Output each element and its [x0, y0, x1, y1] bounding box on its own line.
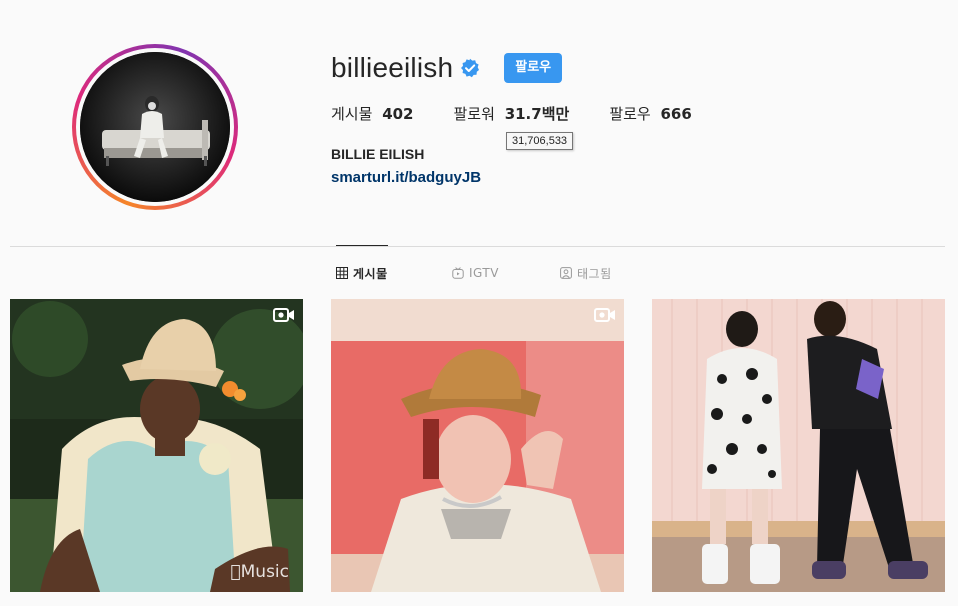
tab-igtv[interactable]: IGTV — [452, 246, 499, 300]
posts-value: 402 — [382, 105, 414, 123]
following-value: 666 — [660, 105, 692, 123]
post-2-image — [331, 299, 624, 592]
followers-count[interactable]: 팔로워 31.7백만 — [454, 103, 570, 124]
tab-igtv-label: IGTV — [469, 266, 499, 280]
post-3-image — [652, 299, 945, 592]
grid-icon — [336, 267, 348, 279]
post-3[interactable] — [652, 299, 945, 592]
post-1[interactable]: Music — [10, 299, 303, 592]
profile-page: billieeilish 팔로우 게시물 402 팔로워 31.7백만 팔로우 … — [0, 0, 958, 606]
music-watermark-text: Music — [240, 562, 289, 582]
apple-icon:  — [230, 562, 240, 582]
video-icon — [273, 308, 294, 322]
full-name: BILLIE EILISH — [331, 146, 425, 162]
follow-button[interactable]: 팔로우 — [504, 53, 563, 83]
username: billieeilish — [331, 52, 454, 83]
post-1-image — [10, 299, 303, 592]
username-row: billieeilish 팔로우 — [331, 50, 563, 86]
tagged-icon — [560, 267, 572, 279]
tab-posts-label: 게시물 — [353, 266, 388, 281]
profile-stats: 게시물 402 팔로워 31.7백만 팔로우 666 — [331, 103, 732, 124]
posts-count[interactable]: 게시물 402 — [331, 103, 414, 124]
posts-label: 게시물 — [331, 105, 373, 123]
verified-badge-icon — [461, 58, 480, 78]
igtv-icon — [452, 267, 464, 279]
tab-tagged-label: 태그됨 — [577, 266, 612, 281]
following-count[interactable]: 팔로우 666 — [609, 103, 692, 124]
video-icon — [594, 308, 615, 322]
followers-value: 31.7백만 — [504, 105, 570, 123]
avatar[interactable] — [80, 52, 230, 202]
followers-tooltip: 31,706,533 — [506, 132, 574, 150]
apple-music-watermark: Music — [230, 562, 289, 582]
tab-posts[interactable]: 게시물 — [336, 245, 388, 300]
post-2[interactable] — [331, 299, 624, 592]
following-label: 팔로우 — [609, 105, 651, 123]
bio-link[interactable]: smarturl.it/badguyJB — [331, 169, 481, 186]
tab-tagged[interactable]: 태그됨 — [560, 246, 612, 300]
followers-label: 팔로워 — [453, 105, 495, 123]
story-ring[interactable] — [72, 44, 238, 210]
